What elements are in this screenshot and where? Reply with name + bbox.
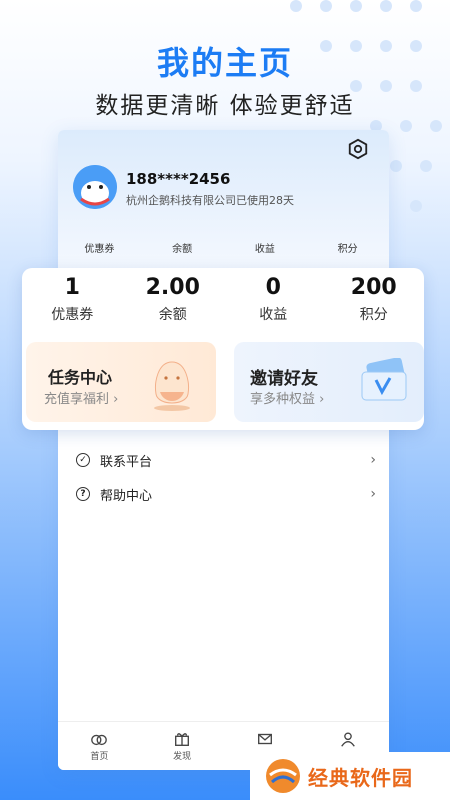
- tab-label: 发现: [173, 752, 192, 762]
- task-center-title: 任务中心: [48, 368, 113, 387]
- task-center-card[interactable]: 任务中心 充值享福利 ›: [26, 342, 216, 422]
- stat-coupons[interactable]: 1 优惠券: [22, 274, 123, 324]
- tab-label: 首页: [90, 752, 109, 762]
- tab-home[interactable]: 首页: [58, 722, 141, 770]
- invite-friends-card[interactable]: 邀请好友 享多种权益 ›: [234, 342, 424, 422]
- stat-label: 积分: [359, 307, 388, 323]
- vip-card-icon: [361, 358, 407, 401]
- mini-stat-label: 积分: [337, 244, 358, 255]
- menu-item-contact[interactable]: ✓ 联系平台 ›: [76, 449, 376, 471]
- stats-row: 1 优惠券 2.00 余额 0 收益 200 积分: [22, 274, 424, 324]
- leaf-icon: ✓: [76, 453, 90, 467]
- gift-icon: [175, 733, 190, 746]
- stat-earnings[interactable]: 0 收益: [223, 274, 324, 324]
- stat-value: 1: [64, 275, 80, 300]
- question-icon: ?: [76, 487, 90, 501]
- chevron-right-icon: ›: [370, 452, 376, 468]
- mini-stat-label: 余额: [172, 244, 193, 255]
- user-phone: 188****2456: [126, 170, 231, 188]
- phone-mockup: 188****2456 杭州企鹅科技有限公司已使用28天 优惠券 余额 收益 积…: [58, 130, 389, 770]
- mail-icon: [257, 733, 272, 745]
- stats-card: 1 优惠券 2.00 余额 0 收益 200 积分 任务中心 充值享福利 › 邀…: [22, 268, 424, 430]
- stat-label: 优惠券: [51, 307, 94, 323]
- site-logo-icon: [266, 759, 300, 793]
- user-icon: [340, 732, 355, 747]
- stat-value: 2.00: [145, 275, 200, 300]
- stat-label: 余额: [158, 307, 187, 323]
- watermark: 经典软件园: [250, 752, 450, 800]
- mini-stat-label: 收益: [254, 244, 275, 255]
- chevron-right-icon: ›: [370, 486, 376, 502]
- headline: 我的主页: [156, 44, 293, 82]
- menu-item-label: 联系平台: [100, 454, 153, 470]
- stat-value: 200: [350, 275, 397, 300]
- menu-item-help[interactable]: ? 帮助中心 ›: [76, 483, 376, 505]
- stat-label: 收益: [259, 307, 288, 323]
- profile-header: 188****2456 杭州企鹅科技有限公司已使用28天 优惠券 余额 收益 积…: [58, 130, 389, 270]
- home-icon: [91, 734, 108, 746]
- stat-points[interactable]: 200 积分: [324, 274, 425, 324]
- egg-mascot-icon: [154, 361, 190, 411]
- stat-balance[interactable]: 2.00 余额: [123, 274, 224, 324]
- tab-discover[interactable]: 发现: [141, 722, 224, 770]
- invite-title: 邀请好友: [250, 369, 318, 389]
- settings-icon[interactable]: [347, 138, 369, 160]
- watermark-text: 经典软件园: [308, 765, 413, 790]
- company-info: 杭州企鹅科技有限公司已使用28天: [126, 194, 294, 207]
- mini-stat-label: 优惠券: [84, 244, 115, 255]
- subline: 数据更清晰 体验更舒适: [95, 93, 355, 119]
- stat-value: 0: [265, 275, 281, 300]
- invite-subtitle: 享多种权益 ›: [250, 392, 325, 407]
- task-center-subtitle: 充值享福利 ›: [44, 392, 119, 407]
- mini-stats-row: 优惠券 余额 收益 积分: [58, 240, 389, 255]
- menu-item-label: 帮助中心: [100, 488, 153, 504]
- avatar[interactable]: [73, 165, 117, 209]
